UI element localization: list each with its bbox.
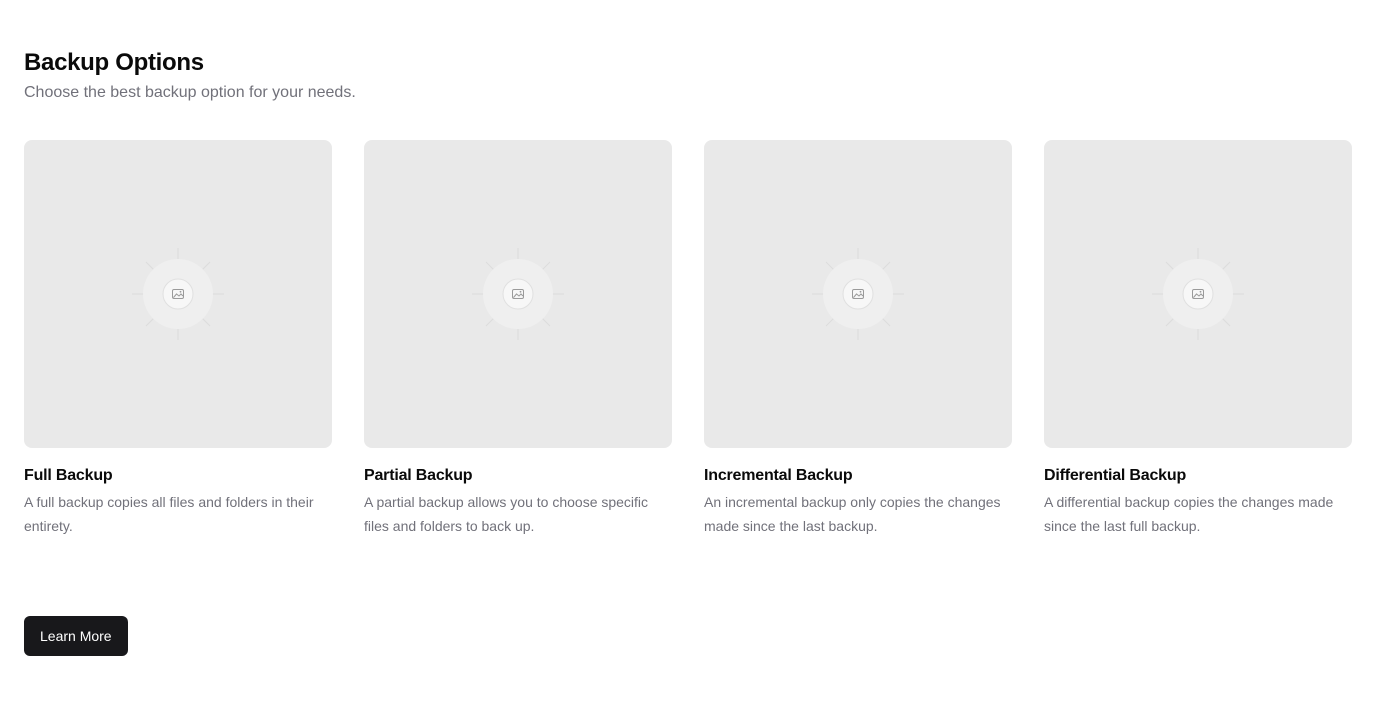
image-placeholder-icon <box>812 248 904 340</box>
card-title: Partial Backup <box>364 467 473 484</box>
card-description: A partial backup allows you to choose sp… <box>364 494 649 534</box>
card-title: Full Backup <box>24 467 113 484</box>
backup-options-page: Backup Options Choose the best backup op… <box>0 0 1376 704</box>
image-placeholder-icon <box>472 248 564 340</box>
backup-cards-grid: Full Backup A full backup copies all fil… <box>24 140 1352 538</box>
image-placeholder-icon <box>132 248 224 340</box>
backup-card-differential: Differential Backup A differential backu… <box>1044 140 1352 538</box>
card-image-placeholder <box>1044 140 1352 448</box>
card-image-placeholder <box>24 140 332 448</box>
backup-card-partial: Partial Backup A partial backup allows y… <box>364 140 672 538</box>
page-title: Backup Options <box>24 49 204 76</box>
card-description: A differential backup copies the changes… <box>1044 494 1334 534</box>
backup-card-full: Full Backup A full backup copies all fil… <box>24 140 332 538</box>
page-subtitle: Choose the best backup option for your n… <box>24 84 356 101</box>
backup-card-incremental: Incremental Backup An incremental backup… <box>704 140 1012 538</box>
card-image-placeholder <box>364 140 672 448</box>
card-title: Differential Backup <box>1044 467 1187 484</box>
card-description: A full backup copies all files and folde… <box>24 494 314 534</box>
card-title: Incremental Backup <box>704 467 853 484</box>
card-description: An incremental backup only copies the ch… <box>704 494 1001 534</box>
image-placeholder-icon <box>1152 248 1244 340</box>
card-image-placeholder <box>704 140 1012 448</box>
learn-more-button[interactable]: Learn More <box>24 616 128 656</box>
